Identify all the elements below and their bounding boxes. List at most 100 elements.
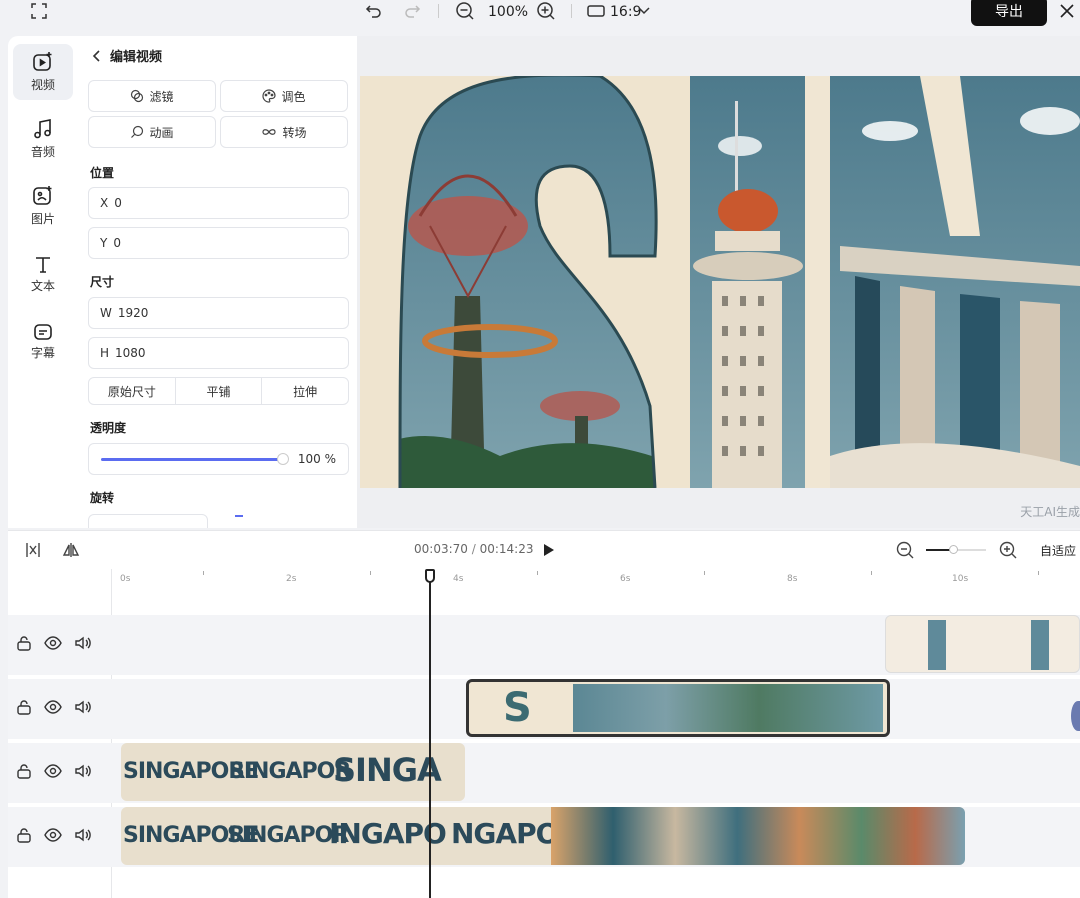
track-1-controls xyxy=(16,633,96,653)
ruler-label-6: 6s xyxy=(620,574,631,584)
eye-icon[interactable] xyxy=(44,763,62,779)
ruler-tick xyxy=(871,571,872,575)
flip-icon[interactable] xyxy=(62,542,80,558)
filter-icon xyxy=(131,89,144,103)
speaker-icon[interactable] xyxy=(74,699,92,715)
timeline-zoom-out-icon[interactable] xyxy=(896,541,914,559)
time-separator: / xyxy=(467,542,480,556)
time-ruler[interactable]: 0s 2s 4s 6s 8s 10s xyxy=(111,569,1080,609)
track-4-controls xyxy=(16,825,96,845)
lock-icon[interactable] xyxy=(16,763,32,779)
y-value: 0 xyxy=(113,236,121,250)
timeline-zoom-in-icon[interactable] xyxy=(999,541,1017,559)
rotation-slider[interactable] xyxy=(235,515,243,517)
clip-letter: S xyxy=(503,685,532,731)
opacity-slider-track[interactable] xyxy=(101,458,283,461)
chevron-left-icon[interactable] xyxy=(92,49,102,62)
transition-button[interactable]: 转场 xyxy=(220,116,348,148)
opacity-value[interactable]: 100 % xyxy=(298,452,336,466)
rail-item-image[interactable]: 图片 xyxy=(13,178,73,234)
rotation-input[interactable] xyxy=(88,514,208,528)
fit-mode-segmented: 原始尺寸 平铺 拉伸 xyxy=(88,377,349,405)
timeline-clip[interactable]: SINGAPORE SINGAPOR INGAPO NGAPO xyxy=(121,807,965,865)
track-2-controls xyxy=(16,697,96,717)
image-icon xyxy=(33,186,52,205)
zoom-out-icon[interactable] xyxy=(455,1,475,21)
lock-icon[interactable] xyxy=(16,827,32,843)
y-field[interactable]: Y 0 xyxy=(88,227,349,259)
lock-icon[interactable] xyxy=(16,635,32,651)
fit-timeline-button[interactable]: 自适应 xyxy=(1040,542,1076,559)
timeline-clip[interactable] xyxy=(885,615,1080,673)
clip-thumbnail xyxy=(1031,620,1049,670)
split-icon[interactable] xyxy=(24,542,42,558)
rail-item-video[interactable]: 视频 xyxy=(13,44,73,100)
eye-icon[interactable] xyxy=(44,699,62,715)
fit-stretch-button[interactable]: 拉伸 xyxy=(262,378,348,404)
color-adjust-button[interactable]: 调色 xyxy=(220,80,348,112)
zoom-in-icon[interactable] xyxy=(536,1,556,21)
export-button[interactable]: 导出 xyxy=(971,0,1047,26)
animation-icon xyxy=(131,125,144,138)
animation-button[interactable]: 动画 xyxy=(88,116,216,148)
playhead-handle[interactable] xyxy=(425,569,435,583)
animation-label: 动画 xyxy=(149,125,174,140)
filter-button[interactable]: 滤镜 xyxy=(88,80,216,112)
aspect-ratio-icon[interactable] xyxy=(586,3,606,19)
fit-original-button[interactable]: 原始尺寸 xyxy=(89,378,176,404)
h-key: H xyxy=(100,346,110,360)
timeline-clip-selected[interactable]: S xyxy=(466,679,890,737)
rail-label-subtitle: 字幕 xyxy=(30,346,55,360)
undo-icon[interactable] xyxy=(364,2,384,20)
ruler-tick xyxy=(537,571,538,575)
timeline-zoom-handle[interactable] xyxy=(949,545,958,554)
ruler-label-2: 2s xyxy=(286,574,297,584)
timeline-toolbar: 00:03:70 / 00:14:23 自适应 xyxy=(8,531,1080,569)
zoom-level: 100% xyxy=(488,4,529,20)
preview-area: 天工AI生成 xyxy=(357,36,1080,528)
play-icon[interactable] xyxy=(542,542,556,558)
speaker-icon[interactable] xyxy=(74,827,92,843)
panel-title: 编辑视频 xyxy=(110,50,163,65)
chevron-down-icon[interactable] xyxy=(637,5,651,17)
eye-icon[interactable] xyxy=(44,827,62,843)
redo-icon[interactable] xyxy=(402,2,422,20)
rail-item-audio[interactable]: 音频 xyxy=(13,111,73,167)
x-field[interactable]: X 0 xyxy=(88,187,349,219)
x-key: X xyxy=(100,196,109,210)
height-field[interactable]: H 1080 xyxy=(88,337,349,369)
properties-panel: 编辑视频 滤镜 调色 动画 转场 位置 X 0 Y 0 尺寸 W 1920 H … xyxy=(78,36,357,528)
rail-item-subtitle[interactable]: 字幕 xyxy=(13,314,73,370)
eye-icon[interactable] xyxy=(44,635,62,651)
w-value: 1920 xyxy=(117,306,149,320)
left-nav-rail: 视频 音频 图片 文本 字幕 xyxy=(8,36,78,528)
opacity-slider-handle[interactable] xyxy=(277,453,289,465)
timecode: 00:03:70 / 00:14:23 xyxy=(414,542,533,556)
ruler-label-8: 8s xyxy=(787,574,798,584)
width-field[interactable]: W 1920 xyxy=(88,297,349,329)
lock-icon[interactable] xyxy=(16,699,32,715)
video-canvas[interactable] xyxy=(360,76,1080,488)
fullscreen-icon[interactable] xyxy=(30,2,48,20)
w-key: W xyxy=(100,306,112,320)
speaker-icon[interactable] xyxy=(74,635,92,651)
total-time: 00:14:23 xyxy=(479,542,534,556)
video-icon xyxy=(33,52,52,71)
ruler-tick xyxy=(704,571,705,575)
editor-app: 100% 16:9 导出 视频 音频 图片 文本 字幕 编辑视频 滤镜 调色 动… xyxy=(0,0,1080,898)
current-time: 00:03:70 xyxy=(414,542,468,556)
rail-item-text[interactable]: 文本 xyxy=(13,246,73,302)
ai-watermark: 天工AI生成 xyxy=(1020,505,1080,519)
clip-thumbnail xyxy=(928,620,946,670)
fit-tile-button[interactable]: 平铺 xyxy=(176,378,263,404)
music-icon xyxy=(34,119,51,139)
close-icon[interactable] xyxy=(1058,2,1076,20)
timeline-clip[interactable]: SINGAPORE SINGAPOR SINGA xyxy=(121,743,465,801)
panel-header[interactable]: 编辑视频 xyxy=(92,46,162,65)
speaker-icon[interactable] xyxy=(74,763,92,779)
side-handle[interactable] xyxy=(1071,701,1080,731)
clip-text: SINGA xyxy=(333,751,442,789)
ruler-tick xyxy=(370,571,371,575)
playhead[interactable] xyxy=(429,571,431,898)
rail-label-audio: 音频 xyxy=(30,145,55,159)
